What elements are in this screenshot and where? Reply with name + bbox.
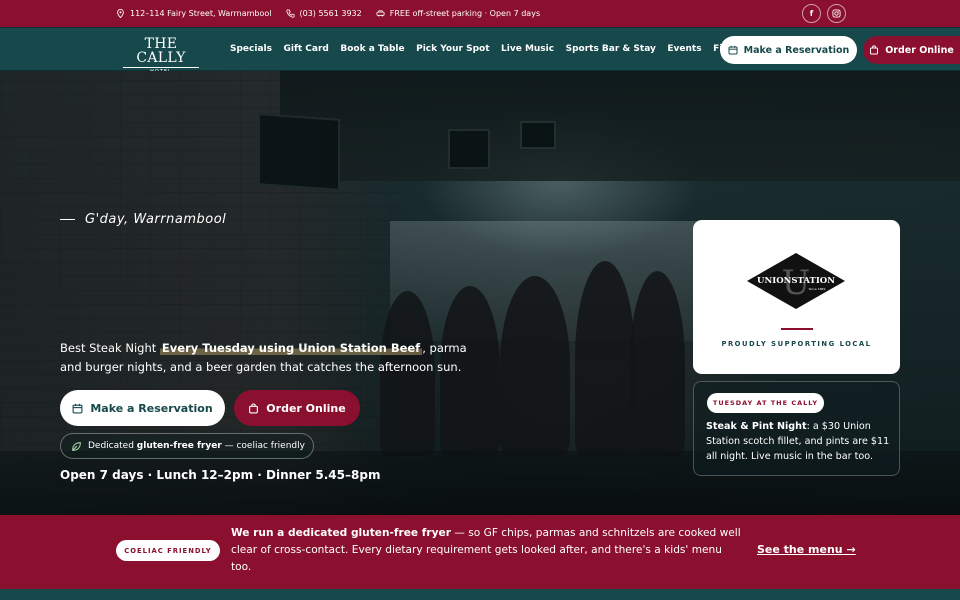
instagram-icon [832, 9, 841, 18]
coeliac-text: We run a dedicated gluten-free fryer — s… [231, 525, 741, 576]
top-info-bar: 112–114 Fairy Street, Warrnambool (03) 5… [0, 0, 960, 27]
coeliac-badge: COELIAC FRIENDLY [116, 540, 220, 561]
gf-text-bold: gluten-free fryer [136, 441, 222, 451]
calendar-icon [72, 403, 83, 413]
logo-divider [123, 67, 199, 68]
shopping-bag-icon [870, 45, 879, 55]
nav-link-book-a-table[interactable]: Book a Table [340, 44, 404, 54]
union-station-tagline: PROUDLY SUPPORTING LOCAL [721, 340, 872, 348]
union-station-logo: U UNIONSTATION Since 1869 [747, 253, 845, 309]
hero-reservation-label: Make a Reservation [90, 401, 213, 415]
hero-order-button[interactable]: Order Online [234, 390, 360, 426]
gluten-free-badge: Dedicated gluten-free fryer — coeliac fr… [60, 433, 314, 459]
logo-title: THE CALLY [136, 36, 186, 66]
nav-reservation-label: Make a Reservation [743, 44, 850, 56]
nav-link-specials[interactable]: Specials [230, 44, 272, 54]
hero-intro: Best Steak Night Every Tuesday using Uni… [60, 339, 480, 377]
gf-text: Dedicated gluten-free fryer — coeliac fr… [88, 441, 305, 451]
parking-item: FREE off-street parking · Open 7 days [376, 9, 540, 18]
nav-reservation-button[interactable]: Make a Reservation [720, 36, 857, 64]
address-item[interactable]: 112–114 Fairy Street, Warrnambool [116, 9, 272, 18]
phone-item[interactable]: (03) 5561 3932 [285, 9, 362, 18]
car-icon [376, 10, 385, 17]
facebook-link[interactable]: f [802, 4, 821, 23]
instagram-link[interactable] [827, 4, 846, 23]
social-links: f [802, 4, 846, 23]
site-logo[interactable]: THE CALLY HOTEL [121, 37, 201, 75]
facebook-icon: f [809, 9, 814, 18]
coeliac-text-bold: We run a dedicated gluten-free fryer [231, 527, 451, 539]
union-station-divider [781, 328, 813, 330]
footer-strip [0, 589, 960, 600]
nav-link-sports-bar-stay[interactable]: Sports Bar & Stay [566, 44, 656, 54]
union-station-card: U UNIONSTATION Since 1869 PROUDLY SUPPOR… [693, 220, 900, 374]
hero-section: G'day, Warrnambool Best Steak Night Ever… [0, 71, 960, 515]
tuesday-title: Steak & Pint Night [706, 421, 807, 432]
hero-greeting: G'day, Warrnambool [60, 212, 226, 227]
nav-link-events[interactable]: Events [667, 44, 701, 54]
intro-highlight: Every Tuesday using Union Station Beef [159, 341, 423, 355]
phone-text: (03) 5561 3932 [299, 9, 362, 18]
gf-text-post: — coeliac friendly [221, 441, 305, 451]
tuesday-special-card: TUESDAY AT THE CALLY Steak & Pint Night:… [693, 381, 900, 476]
phone-icon [285, 9, 295, 18]
calendar-icon [728, 45, 738, 55]
nav-order-button[interactable]: Order Online [863, 36, 960, 64]
union-station-logo-since: Since 1869 [809, 287, 826, 291]
greeting-dash [60, 219, 75, 220]
address-text: 112–114 Fairy Street, Warrnambool [130, 9, 272, 18]
greeting-text: G'day, Warrnambool [85, 212, 227, 227]
contact-info: 112–114 Fairy Street, Warrnambool (03) 5… [116, 0, 540, 27]
opening-hours: Open 7 days · Lunch 12–2pm · Dinner 5.45… [60, 468, 381, 482]
nav-link-live-music[interactable]: Live Music [501, 44, 554, 54]
nav-links: Specials Gift Card Book a Table Pick You… [230, 28, 751, 70]
hero-order-label: Order Online [266, 401, 346, 415]
intro-text: Best Steak Night [60, 341, 160, 355]
tuesday-description: Steak & Pint Night: a $30 Union Station … [706, 419, 896, 464]
map-pin-icon [117, 9, 124, 18]
coeliac-banner: COELIAC FRIENDLY We run a dedicated glut… [0, 515, 960, 589]
shopping-bag-icon [249, 402, 259, 413]
main-nav: THE CALLY HOTEL Specials Gift Card Book … [0, 27, 960, 75]
leaf-icon [72, 441, 81, 451]
hero-reservation-button[interactable]: Make a Reservation [60, 390, 225, 426]
nav-link-gift-card[interactable]: Gift Card [283, 44, 328, 54]
nav-link-pick-your-spot[interactable]: Pick Your Spot [416, 44, 489, 54]
parking-text: FREE off-street parking · Open 7 days [389, 9, 541, 18]
nav-order-label: Order Online [885, 44, 954, 56]
gf-text-pre: Dedicated [88, 441, 137, 451]
union-station-logo-text: UNIONSTATION [757, 276, 835, 286]
tuesday-badge: TUESDAY AT THE CALLY [707, 393, 824, 413]
see-menu-link[interactable]: See the menu → [757, 543, 856, 556]
